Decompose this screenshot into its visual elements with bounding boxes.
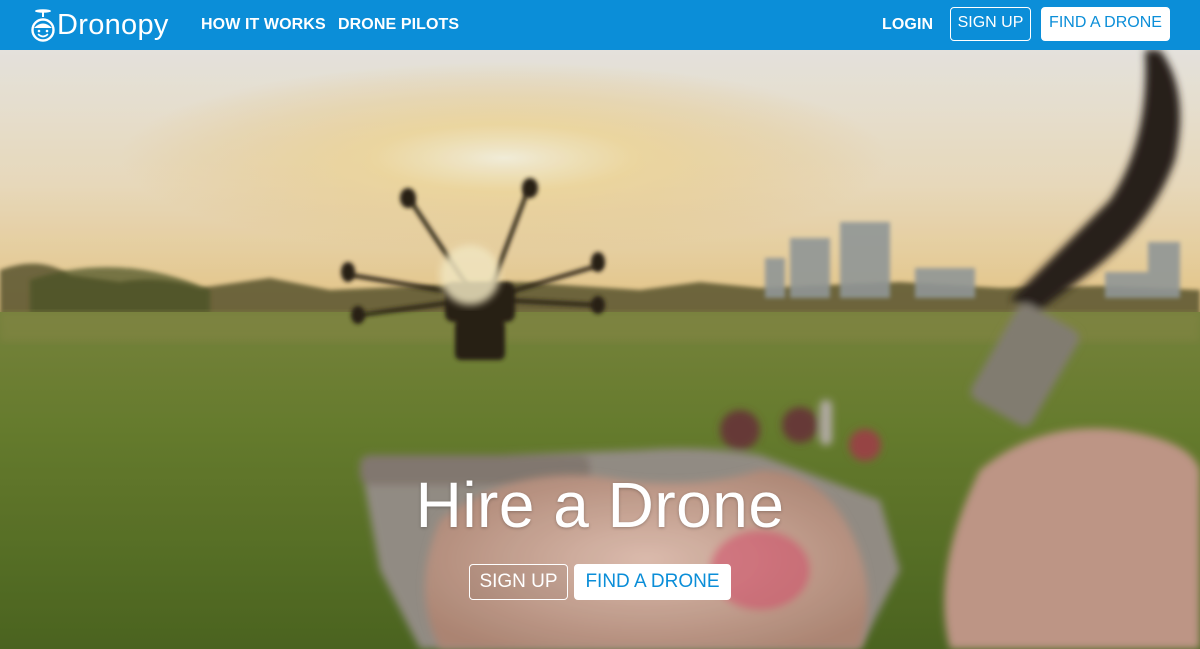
- hero-find-a-drone-button[interactable]: FIND A DRONE: [574, 564, 731, 600]
- hero-background-image: [0, 50, 1200, 649]
- hero-title: Hire a Drone: [415, 469, 785, 541]
- brand-name: Dronopy: [57, 9, 169, 41]
- nav-sign-up-button[interactable]: SIGN UP: [950, 7, 1031, 41]
- nav-find-a-drone-button[interactable]: FIND A DRONE: [1041, 7, 1170, 41]
- nav-how-it-works[interactable]: HOW IT WORKS: [201, 15, 326, 35]
- nav-login[interactable]: LOGIN: [882, 15, 933, 35]
- hero-sign-up-button[interactable]: SIGN UP: [469, 564, 568, 600]
- top-navbar: Dronopy HOW IT WORKS DRONE PILOTS LOGIN …: [0, 0, 1200, 50]
- hero-section: Hire a Drone SIGN UP FIND A DRONE: [0, 50, 1200, 649]
- nav-drone-pilots[interactable]: DRONE PILOTS: [338, 15, 459, 35]
- brand-logo-link[interactable]: Dronopy: [30, 7, 169, 43]
- drone-head-icon: [31, 9, 55, 42]
